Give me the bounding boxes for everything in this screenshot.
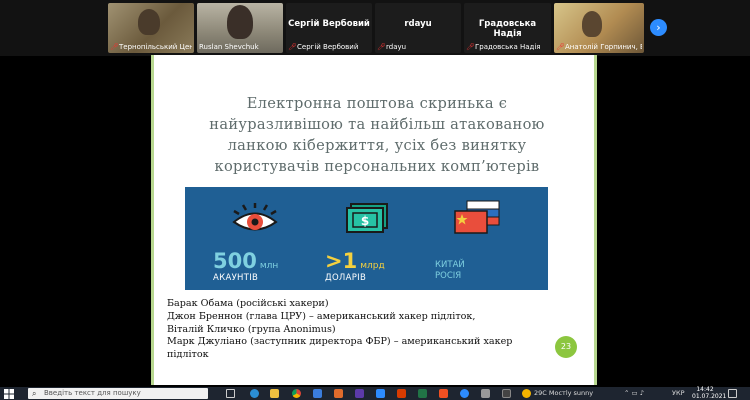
weather-text[interactable]: 29C Мостly sunny	[534, 387, 593, 400]
edge-icon[interactable]	[250, 389, 259, 398]
windows-start-icon[interactable]	[4, 389, 14, 399]
participant-label: Ruslan Shevchuk	[199, 43, 259, 51]
app-icon[interactable]	[481, 389, 490, 398]
participant-tile[interactable]: Ruslan Shevchuk	[197, 3, 283, 53]
svg-text:$: $	[361, 214, 369, 228]
stat-accounts: 500 млн АКАУНТІВ	[213, 249, 279, 283]
next-participants-button[interactable]: ›	[650, 19, 667, 36]
task-view-icon[interactable]	[226, 389, 235, 398]
stat-dollars: >1 млрд ДОЛАРІВ	[325, 249, 385, 283]
participant-tile[interactable]: Сергій Вербовий 🎤︎ Сергій Вербовий	[286, 3, 372, 53]
participant-video	[582, 11, 602, 37]
participant-display-name: Градовська Надія	[478, 19, 537, 39]
taskbar-search-input[interactable]: ⌕ Введіть текст для пошуку	[28, 388, 208, 399]
zoom-meeting-window: 🎤︎ Тернопільський Цен... Ruslan Shevchuk…	[0, 0, 750, 400]
slide-body-text: Барак Обама (російські хакери) Джон Брен…	[167, 298, 513, 361]
notifications-icon[interactable]	[728, 389, 737, 398]
shared-slide: Електронна поштова скринька є найуразлив…	[151, 55, 597, 385]
mic-muted-icon: 🎤︎	[556, 43, 565, 51]
participant-video	[227, 5, 253, 39]
participant-label: 🎤︎ Анатолій Горпинич, В...	[556, 43, 642, 51]
eye-icon	[232, 203, 278, 231]
participant-strip: 🎤︎ Тернопільський Цен... Ruslan Shevchuk…	[0, 0, 750, 56]
taskbar: ⌕ Введіть текст для пошуку 29C Мостly su…	[0, 386, 750, 400]
app-icon[interactable]	[397, 389, 406, 398]
chrome-icon[interactable]	[292, 389, 301, 398]
language-indicator[interactable]: УКР	[672, 387, 685, 400]
participant-label: 🎤︎ Сергій Вербовий	[288, 43, 359, 51]
app-icon[interactable]	[376, 389, 385, 398]
explorer-icon[interactable]	[270, 389, 279, 398]
participant-tile[interactable]: 🎤︎ Анатолій Горпинич, В...	[554, 3, 644, 53]
stats-banner: $ 500 млн АКАУНТІВ >1 млрд ДОЛАРІВ КИТАЙ Р	[185, 187, 548, 290]
participant-video	[138, 9, 160, 35]
app-icon[interactable]	[355, 389, 364, 398]
stat-countries: КИТАЙ РОСІЯ	[435, 260, 465, 281]
participant-label: 🎤︎ Градовська Надія	[466, 43, 541, 51]
mic-muted-icon: 🎤︎	[466, 43, 475, 51]
mic-muted-icon: 🎤︎	[288, 43, 297, 51]
mic-muted-icon: 🎤︎	[377, 43, 386, 51]
money-icon: $	[346, 203, 388, 233]
app-icon[interactable]	[439, 389, 448, 398]
mic-muted-icon: 🎤︎	[110, 43, 119, 51]
zoom-icon[interactable]	[460, 389, 469, 398]
slide-page-number: 23	[555, 336, 577, 358]
app-icon[interactable]	[334, 389, 343, 398]
app-icon[interactable]	[502, 389, 511, 398]
slide-title: Електронна поштова скринька є найуразлив…	[209, 95, 545, 175]
participant-display-name: rdayu	[404, 19, 432, 29]
flags-icon	[454, 200, 500, 234]
participant-tile[interactable]: Градовська Надія 🎤︎ Градовська Надія	[464, 3, 551, 53]
weather-icon[interactable]	[522, 389, 531, 398]
participant-tile[interactable]: 🎤︎ Тернопільський Цен...	[108, 3, 194, 53]
participant-label: 🎤︎ rdayu	[377, 43, 407, 51]
participant-label: 🎤︎ Тернопільський Цен...	[110, 43, 192, 51]
search-icon: ⌕	[32, 389, 37, 398]
taskbar-clock[interactable]: 14:42 01.07.2021	[692, 386, 726, 400]
app-icon[interactable]	[418, 389, 427, 398]
participant-tile[interactable]: rdayu 🎤︎ rdayu	[375, 3, 461, 53]
app-icon[interactable]	[313, 389, 322, 398]
participant-display-name: Сергій Вербовий	[288, 19, 370, 29]
tray-icons[interactable]: ⌃ ▭ ♪	[624, 387, 644, 400]
